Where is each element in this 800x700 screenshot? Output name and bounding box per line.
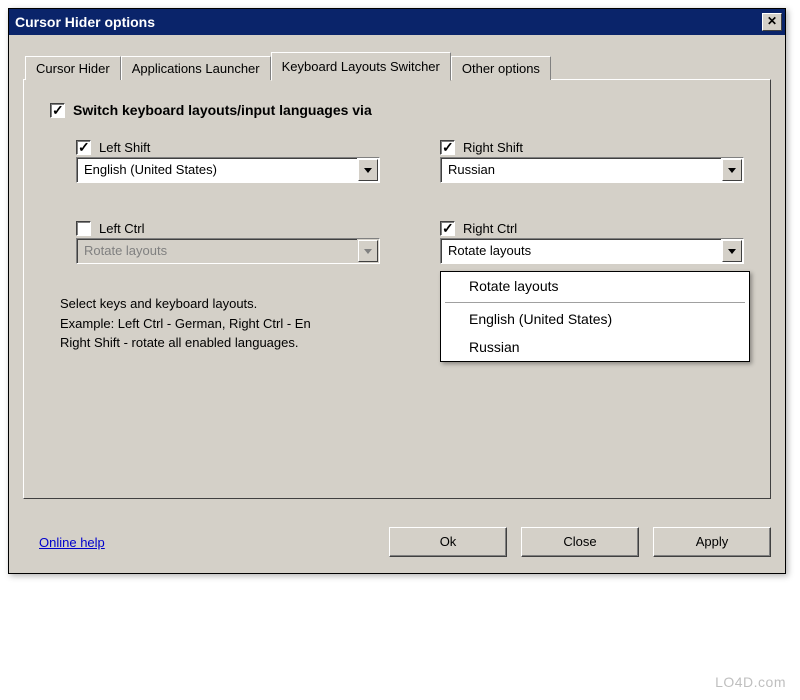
left-ctrl-combobox: Rotate layouts — [76, 238, 380, 264]
online-help-link[interactable]: Online help — [39, 535, 105, 550]
ok-button[interactable]: Ok — [389, 527, 507, 557]
switch-layouts-label: Switch keyboard layouts/input languages … — [73, 102, 372, 118]
window-title: Cursor Hider options — [15, 14, 155, 30]
dropdown-option-rotate[interactable]: Rotate layouts — [441, 272, 749, 300]
left-ctrl-label: Left Ctrl — [99, 221, 145, 236]
tabstrip: Cursor Hider Applications Launcher Keybo… — [25, 51, 771, 79]
right-ctrl-checkbox[interactable] — [440, 221, 455, 236]
right-shift-value: Russian — [441, 158, 721, 182]
titlebar: Cursor Hider options ✕ — [9, 9, 785, 35]
right-shift-dropdown-button[interactable] — [722, 159, 742, 181]
right-shift-checkbox[interactable] — [440, 140, 455, 155]
left-shift-value: English (United States) — [77, 158, 357, 182]
left-ctrl-checkbox[interactable] — [76, 221, 91, 236]
right-ctrl-dropdown-button[interactable] — [722, 240, 742, 262]
right-shift-label: Right Shift — [463, 140, 523, 155]
right-ctrl-label: Right Ctrl — [463, 221, 517, 236]
left-ctrl-dropdown-button — [358, 240, 378, 262]
window-close-button[interactable]: ✕ — [762, 13, 782, 31]
apply-button[interactable]: Apply — [653, 527, 771, 557]
right-ctrl-dropdown-list[interactable]: Rotate layouts English (United States) R… — [440, 271, 750, 362]
left-shift-checkbox[interactable] — [76, 140, 91, 155]
tab-applications-launcher[interactable]: Applications Launcher — [121, 56, 271, 80]
right-ctrl-value: Rotate layouts — [441, 239, 721, 263]
chevron-down-icon — [728, 249, 736, 254]
left-shift-dropdown-button[interactable] — [358, 159, 378, 181]
dropdown-option-english[interactable]: English (United States) — [441, 305, 749, 333]
tab-cursor-hider[interactable]: Cursor Hider — [25, 56, 121, 80]
tab-keyboard-layouts-switcher[interactable]: Keyboard Layouts Switcher — [271, 52, 451, 81]
switch-layouts-checkbox[interactable] — [50, 103, 65, 118]
left-shift-label: Left Shift — [99, 140, 150, 155]
chevron-down-icon — [364, 168, 372, 173]
tab-other-options[interactable]: Other options — [451, 56, 551, 80]
right-shift-combobox[interactable]: Russian — [440, 157, 744, 183]
right-ctrl-combobox[interactable]: Rotate layouts — [440, 238, 744, 264]
dropdown-option-russian[interactable]: Russian — [441, 333, 749, 361]
left-shift-combobox[interactable]: English (United States) — [76, 157, 380, 183]
dropdown-separator — [445, 302, 745, 303]
close-icon: ✕ — [767, 14, 777, 28]
chevron-down-icon — [728, 168, 736, 173]
chevron-down-icon — [364, 249, 372, 254]
close-button[interactable]: Close — [521, 527, 639, 557]
bottom-bar: Online help Ok Close Apply — [9, 513, 785, 573]
left-ctrl-value: Rotate layouts — [77, 239, 357, 263]
watermark: LO4D.com — [715, 674, 786, 690]
options-window: Cursor Hider options ✕ Cursor Hider Appl… — [8, 8, 786, 574]
tab-panel: Switch keyboard layouts/input languages … — [23, 79, 771, 499]
